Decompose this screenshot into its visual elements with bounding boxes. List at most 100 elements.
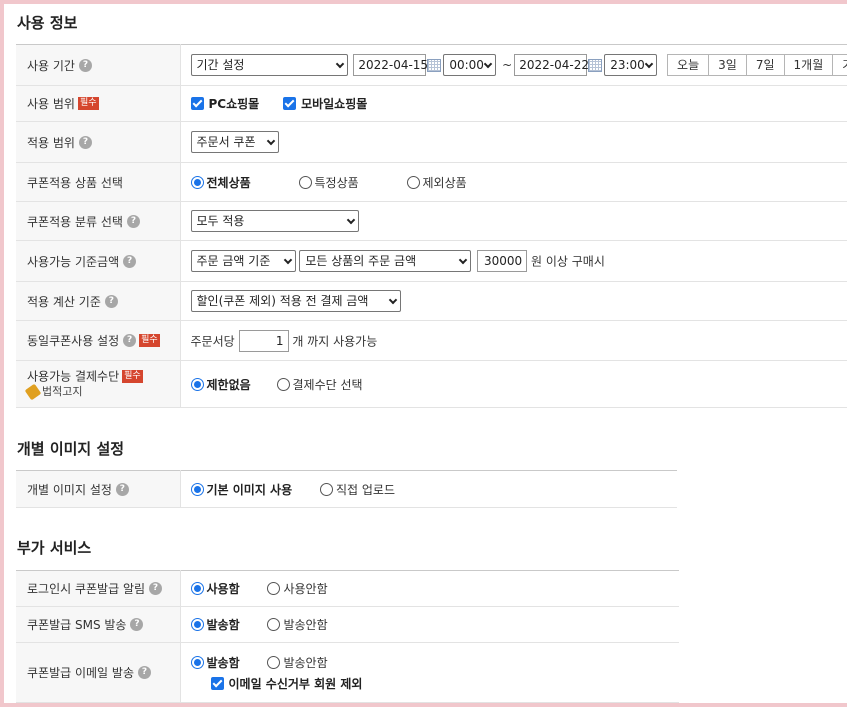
row-email: 쿠폰발급 이메일 발송? 발송함 발송안함 이메일 수신거부 회원 제외 [16, 642, 680, 703]
quick-default-button[interactable]: 기본 [833, 54, 847, 76]
help-icon[interactable]: ? [138, 666, 151, 679]
email-exclude-checkbox[interactable]: 이메일 수신거부 회원 제외 [210, 675, 362, 692]
login-alert-off-radio[interactable]: 사용안함 [267, 580, 328, 597]
calendar-icon[interactable] [427, 58, 442, 72]
start-date-input[interactable]: 2022-04-15 [353, 54, 428, 76]
start-time-select[interactable]: 00:00 [443, 54, 497, 76]
sms-off-radio[interactable]: 발송안함 [267, 616, 328, 633]
row-category-select: 쿠폰적용 분류 선택? 모두 적용 [16, 201, 847, 241]
scope-pc-checkbox[interactable]: PC쇼핑몰 [190, 95, 259, 112]
chevron-down-icon [346, 215, 355, 225]
chevron-down-icon [644, 59, 654, 69]
row-label: 동일쿠폰사용 설정? 필수 [16, 320, 181, 361]
base-amount-input[interactable]: 30000 [477, 250, 528, 272]
chevron-down-icon [459, 255, 468, 265]
help-icon[interactable]: ? [115, 482, 129, 496]
radio-selected-icon [190, 482, 204, 496]
radio-selected-icon [190, 655, 204, 669]
quick-today-button[interactable]: 오늘 [667, 54, 710, 76]
radio-icon [319, 482, 333, 496]
row-label: 쿠폰발급 SMS 발송? [16, 606, 181, 643]
row-value: 주문서당 1 개 까지 사용가능 [180, 320, 847, 361]
row-label: 사용가능 기준금액? [16, 240, 181, 282]
period-mode-select[interactable]: 기간 설정 [190, 54, 348, 76]
radio-icon [267, 655, 281, 669]
row-calc-basis: 적용 계산 기준? 할인(쿠폰 제외) 적용 전 결제 금액 [16, 281, 847, 321]
required-badge: 필수 [139, 334, 160, 347]
email-radio-group: 발송함 발송안함 [190, 654, 680, 671]
amount-target-select[interactable]: 모든 상품의 주문 금액 [299, 250, 472, 272]
quick-1month-button[interactable]: 1개월 [784, 54, 834, 76]
calendar-icon[interactable] [588, 58, 603, 72]
chevron-down-icon [388, 295, 397, 305]
quick-period-buttons: 오늘3일7일1개월기본 [667, 54, 847, 76]
scope-mobile-checkbox[interactable]: 모바일쇼핑몰 [283, 95, 367, 112]
chevron-down-icon [484, 59, 493, 69]
help-icon[interactable]: ? [123, 254, 137, 268]
help-icon[interactable]: ? [126, 214, 140, 228]
row-value: 주문 금액 기준 모든 상품의 주문 금액 30000 원 이상 구매시 [180, 240, 847, 282]
section-title-image: 개별 이미지 설정 [17, 440, 125, 458]
required-badge: 필수 [77, 97, 99, 110]
product-exclude-radio[interactable]: 제외상품 [406, 174, 467, 191]
row-image-setting: 개별 이미지 설정? 기본 이미지 사용 직접 업로드 [16, 470, 677, 508]
radio-selected-icon [190, 582, 204, 595]
usage-info-table: 사용 기간? 기간 설정 2022-04-15 00:00 ~2022-04-22… [16, 44, 847, 408]
email-on-radio[interactable]: 발송함 [190, 654, 240, 671]
end-time-select[interactable]: 23:00 [604, 54, 658, 76]
help-icon[interactable]: ? [104, 294, 118, 308]
help-icon[interactable]: ? [149, 582, 163, 595]
radio-selected-icon [190, 618, 204, 631]
category-select[interactable]: 모두 적용 [190, 210, 359, 232]
image-settings-table: 개별 이미지 설정? 기본 이미지 사용 직접 업로드 [16, 470, 677, 508]
help-icon[interactable]: ? [123, 334, 137, 347]
row-label: 적용 계산 기준? [16, 281, 181, 321]
image-default-radio[interactable]: 기본 이미지 사용 [190, 481, 292, 498]
row-same-coupon: 동일쿠폰사용 설정? 필수 주문서당 1 개 까지 사용가능 [16, 320, 847, 361]
row-value: 주문서 쿠폰 [180, 121, 847, 163]
extra-services-table: 로그인시 쿠폰발급 알림? 사용함 사용안함 쿠폰발급 SMS 발송? 발송함 … [16, 570, 679, 703]
checkbox-checked-icon [210, 676, 224, 690]
row-value: 발송함 발송안함 [180, 606, 679, 643]
checkbox-checked-icon [190, 97, 204, 110]
quick-3days-button[interactable]: 3일 [709, 54, 747, 76]
row-label: 적용 범위? [16, 121, 181, 163]
row-value: 모두 적용 [180, 201, 847, 241]
row-usage-scope: 사용 범위 필수 PC쇼핑몰 모바일쇼핑몰 [16, 85, 847, 122]
gavel-icon [24, 383, 42, 401]
row-base-amount: 사용가능 기준금액? 주문 금액 기준 모든 상품의 주문 금액 30000 원… [16, 240, 847, 282]
row-label: 쿠폰적용 분류 선택? [16, 201, 181, 241]
end-date-input[interactable]: 2022-04-22 [514, 54, 589, 76]
row-payment-method: 사용가능 결제수단 필수 법적고지 제한없음 결제수단 선택 [16, 360, 847, 408]
payment-select-radio[interactable]: 결제수단 선택 [276, 376, 363, 393]
same-coupon-count-input[interactable]: 1 [238, 329, 289, 352]
row-value: 기간 설정 2022-04-15 00:00 ~2022-04-22 23:00 오… [180, 44, 847, 86]
same-coupon-suffix: 개 까지 사용가능 [292, 334, 378, 348]
product-all-radio[interactable]: 전체상품 [190, 174, 251, 191]
legal-notice-link[interactable]: 법적고지 [24, 383, 180, 401]
row-apply-scope: 적용 범위? 주문서 쿠폰 [16, 121, 847, 163]
radio-icon [406, 175, 420, 189]
image-upload-radio[interactable]: 직접 업로드 [319, 481, 395, 498]
quick-7days-button[interactable]: 7일 [746, 54, 785, 76]
section-title-usage: 사용 정보 [17, 14, 78, 32]
checkbox-checked-icon [283, 97, 297, 110]
sms-on-radio[interactable]: 발송함 [190, 616, 240, 633]
payment-unlimited-radio[interactable]: 제한없음 [190, 376, 251, 393]
radio-icon [267, 582, 281, 595]
help-icon[interactable]: ? [130, 618, 144, 631]
email-off-radio[interactable]: 발송안함 [267, 654, 328, 671]
product-specific-radio[interactable]: 특정상품 [298, 174, 359, 191]
apply-scope-select[interactable]: 주문서 쿠폰 [190, 131, 279, 153]
login-alert-on-radio[interactable]: 사용함 [190, 580, 240, 597]
row-label: 쿠폰적용 상품 선택 [16, 162, 181, 202]
calc-basis-select[interactable]: 할인(쿠폰 제외) 적용 전 결제 금액 [190, 290, 401, 312]
radio-icon [298, 175, 312, 189]
help-icon[interactable]: ? [78, 135, 92, 149]
row-label: 쿠폰발급 이메일 발송? [16, 642, 181, 703]
amount-basis-select[interactable]: 주문 금액 기준 [190, 250, 296, 272]
row-value: 사용함 사용안함 [180, 570, 679, 607]
row-value: 발송함 발송안함 이메일 수신거부 회원 제외 [180, 642, 680, 703]
base-amount-suffix: 원 이상 구매시 [530, 254, 605, 269]
help-icon[interactable]: ? [78, 58, 92, 72]
